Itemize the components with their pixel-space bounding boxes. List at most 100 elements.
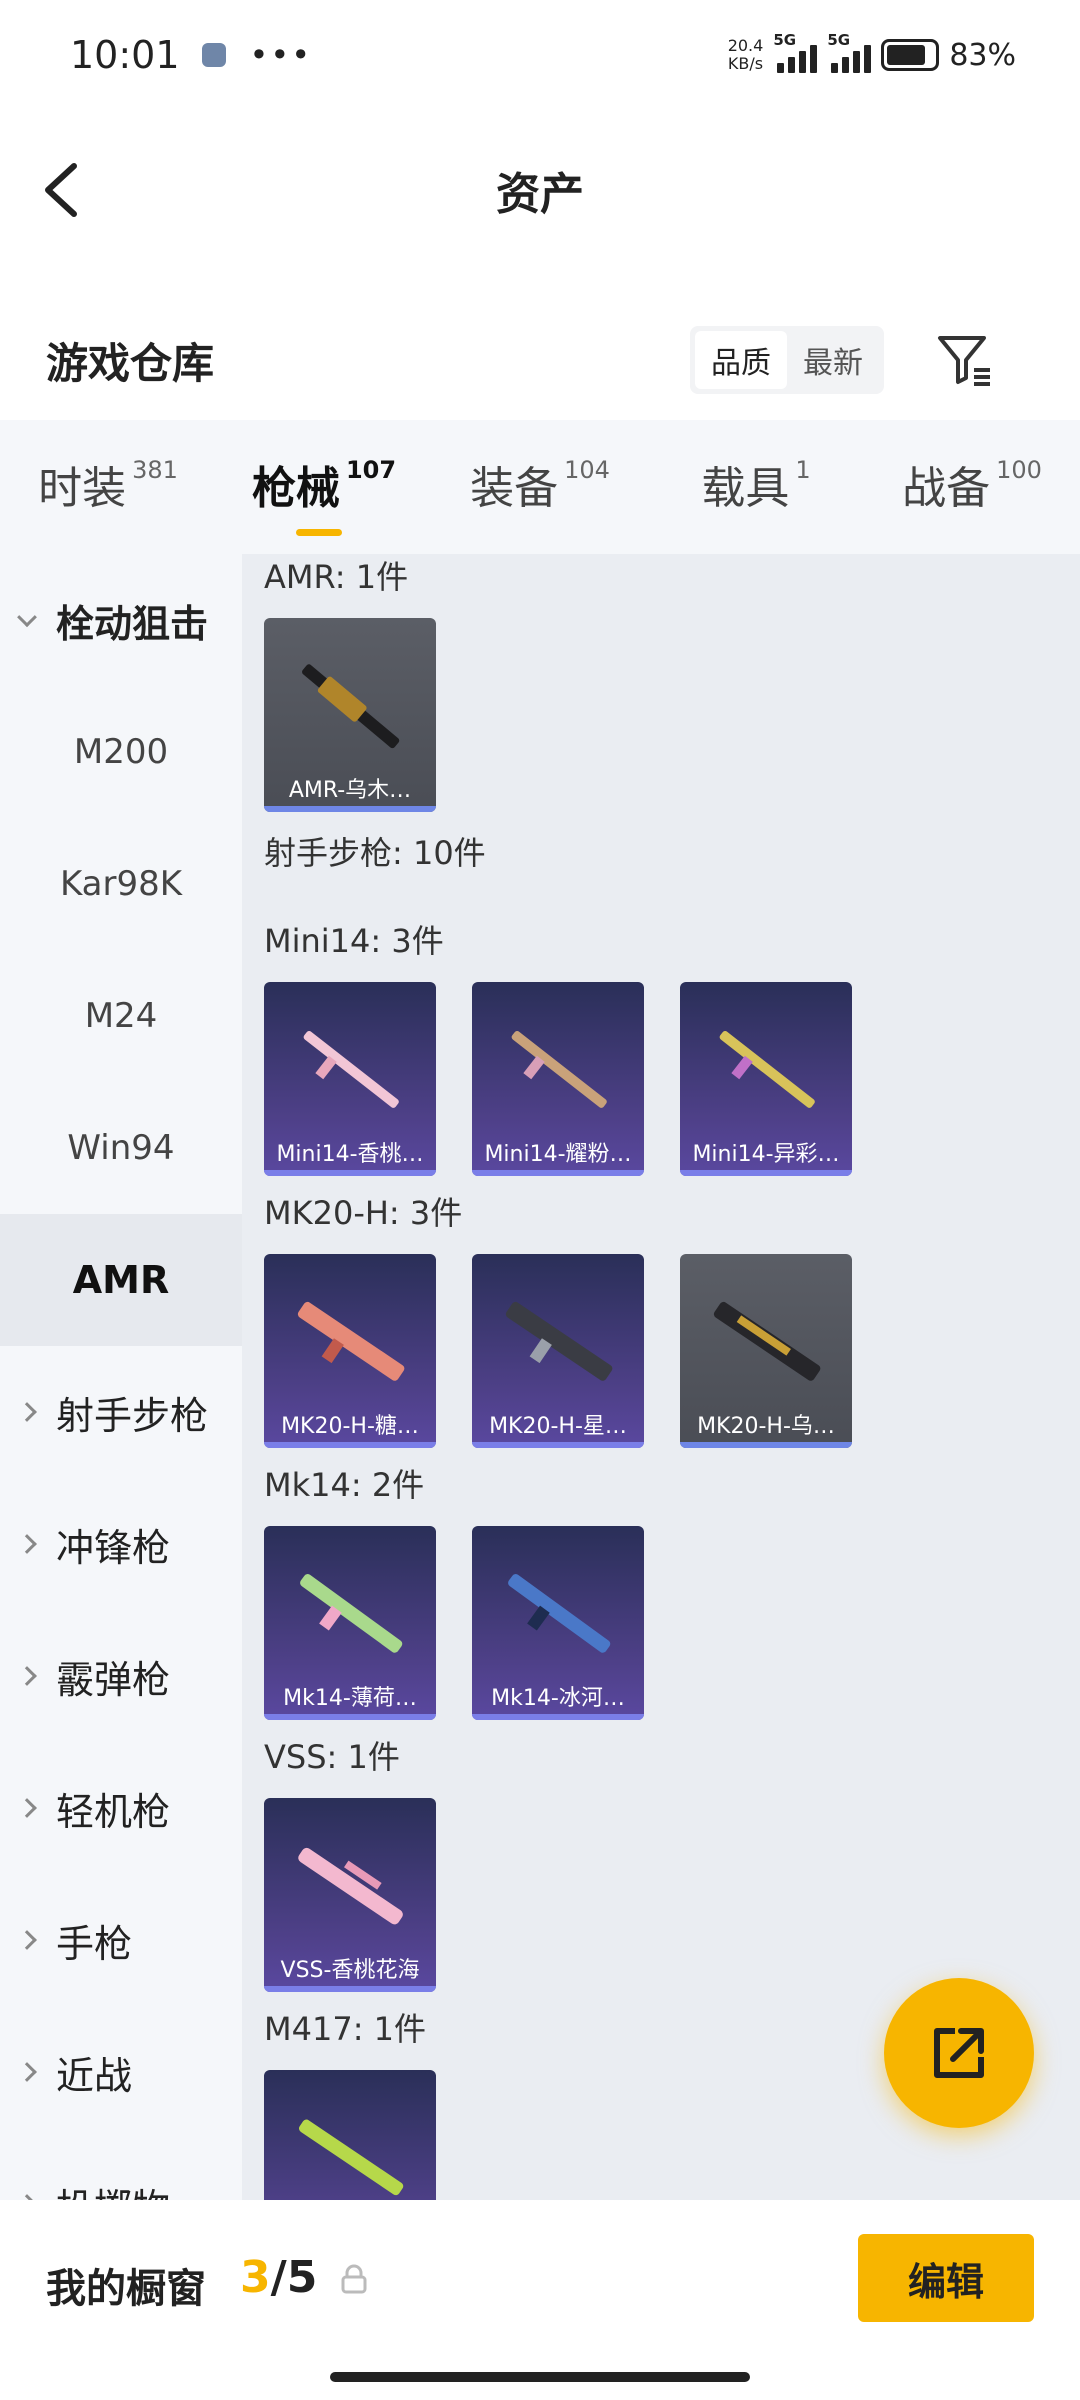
rarity-bar [264, 1986, 436, 1992]
sidebar-group-label: 投掷物 [56, 2177, 170, 2201]
net-speed: 20.4 KB/s [728, 37, 764, 73]
battery-percent: 83% [949, 37, 1016, 73]
rarity-bar [264, 1170, 436, 1176]
sidebar-item-m200[interactable]: M200 [0, 686, 242, 818]
item-name: Mini14-异彩… [692, 1142, 840, 1167]
card-row: Mini14-香桃… Mini14-耀粉… Mini14-异彩… [264, 982, 1080, 1176]
item-name: Mk14-冰河… [491, 1686, 625, 1711]
rifle-icon [300, 1574, 403, 1653]
item-card[interactable]: MK20-H-乌… [680, 1254, 852, 1448]
item-name: MK20-H-糖… [281, 1414, 419, 1439]
sidebar-group-label: 霰弹枪 [56, 1657, 171, 1702]
item-card[interactable]: Mk14-冰河… [472, 1526, 644, 1720]
item-card[interactable]: Mk14-薄荷… [264, 1526, 436, 1720]
chevron-right-icon [17, 1930, 37, 1950]
chevron-down-icon [17, 607, 37, 628]
sidebar-group-label: 冲锋枪 [56, 1525, 171, 1570]
sidebar-item-win94[interactable]: Win94 [0, 1082, 242, 1214]
tab-label: 时装 [38, 463, 127, 514]
item-card[interactable]: MK20-H-星… [472, 1254, 644, 1448]
item-name: Mini14-香桃… [276, 1142, 424, 1167]
home-indicator[interactable] [330, 2372, 750, 2382]
item-card[interactable]: Mini14-异彩… [680, 982, 852, 1176]
back-icon[interactable] [40, 160, 90, 220]
rifle-icon [505, 1301, 613, 1381]
showcase-total: /5 [270, 2252, 318, 2303]
rifle-icon [299, 2119, 404, 2196]
tab-label: 枪械 [251, 463, 340, 514]
tab-count: 381 [132, 456, 178, 484]
sidebar-group-smg[interactable]: 冲锋枪 [0, 1478, 242, 1610]
sidebar-group-melee[interactable]: 近战 [0, 2006, 242, 2138]
tab-equipment[interactable]: 装备 104 [432, 452, 648, 522]
rifle-icon [298, 1847, 403, 1925]
group-label-mk20: MK20-H: 3件 [264, 1194, 463, 1232]
item-card[interactable] [264, 2070, 436, 2200]
tab-label: 装备 [470, 463, 559, 514]
tab-count: 107 [345, 456, 397, 484]
item-name: VSS-香桃花海 [280, 1958, 420, 1983]
tab-count: 100 [996, 456, 1042, 484]
tab-guns[interactable]: 枪械 107 [216, 452, 432, 536]
nav-bar: 资产 [0, 110, 1080, 270]
sidebar-group-lmg[interactable]: 轻机枪 [0, 1742, 242, 1874]
card-row: AMR-乌木… [264, 618, 1080, 812]
showcase-count: 3/5 [240, 2252, 317, 2303]
item-card[interactable]: MK20-H-糖… [264, 1254, 436, 1448]
rarity-bar [680, 1442, 852, 1448]
rifle-icon [303, 1030, 399, 1108]
filter-icon[interactable] [934, 330, 994, 390]
group-label-mk14: Mk14: 2件 [264, 1466, 425, 1504]
sidebar-group-pistol[interactable]: 手枪 [0, 1874, 242, 2006]
tab-label: 战备 [902, 463, 991, 514]
share-icon [934, 2028, 984, 2078]
sidebar-item-m24[interactable]: M24 [0, 950, 242, 1082]
sidebar-item-amr[interactable]: AMR [0, 1214, 242, 1346]
edit-button[interactable]: 编辑 [858, 2234, 1034, 2322]
net-speed-unit: KB/s [727, 54, 764, 73]
section-title: 游戏仓库 [46, 338, 215, 388]
rarity-bar [472, 1714, 644, 1720]
rarity-bar [264, 1714, 436, 1720]
group-label-mini14: Mini14: 3件 [264, 922, 444, 960]
rifle-icon [511, 1030, 607, 1108]
sidebar-item-kar98k[interactable]: Kar98K [0, 818, 242, 950]
card-row: MK20-H-糖… MK20-H-星… MK20-H-乌… [264, 1254, 1080, 1448]
share-button[interactable] [884, 1978, 1034, 2128]
sidebar-group-label: 射手步枪 [56, 1393, 209, 1438]
rifle-icon [713, 1301, 821, 1381]
bottom-bar: 我的橱窗 3/5 编辑 [0, 2200, 1080, 2400]
sort-quality-button[interactable]: 品质 [695, 331, 787, 389]
item-name: AMR-乌木… [288, 778, 412, 803]
chevron-right-icon [17, 1798, 37, 1818]
rarity-bar [472, 1442, 644, 1448]
card-row: Mk14-薄荷… Mk14-冰河… [264, 1526, 1080, 1720]
tab-count: 1 [795, 456, 811, 484]
tab-vehicles[interactable]: 载具 1 [648, 452, 864, 522]
item-card[interactable]: AMR-乌木… [264, 618, 436, 812]
sort-toggle: 品质 最新 [690, 326, 884, 394]
tab-fashion[interactable]: 时装 381 [0, 452, 216, 522]
tab-supplies[interactable]: 战备 100 [864, 452, 1080, 522]
status-time: 10:01 [70, 33, 180, 77]
sidebar-group-bolt-sniper[interactable]: 栓动狙击 [0, 554, 242, 686]
sidebar-group-marksman[interactable]: 射手步枪 [0, 1346, 242, 1478]
group-label-vss: VSS: 1件 [264, 1738, 400, 1776]
signal-icon: 5G [773, 31, 818, 73]
sidebar-group-throwable[interactable]: 投掷物 [0, 2138, 242, 2200]
item-card[interactable]: Mini14-香桃… [264, 982, 436, 1176]
rifle-icon [297, 1301, 405, 1381]
rarity-bar [264, 1442, 436, 1448]
chevron-right-icon [17, 1534, 37, 1554]
sort-newest-button[interactable]: 最新 [787, 331, 879, 389]
net-speed-value: 20.4 [727, 36, 764, 55]
showcase-label: 我的橱窗 [46, 2266, 206, 2312]
item-card[interactable]: Mini14-耀粉… [472, 982, 644, 1176]
item-list: AMR: 1件 AMR-乌木… 射手步枪: 10件 Mini14: 3件 Min… [242, 554, 1080, 2200]
category-tabs: 时装 381 枪械 107 装备 104 载具 1 战备 100 [0, 420, 1080, 554]
item-card[interactable]: VSS-香桃花海 [264, 1798, 436, 1992]
lock-icon [341, 2264, 367, 2294]
sidebar-group-shotgun[interactable]: 霰弹枪 [0, 1610, 242, 1742]
card-row: VSS-香桃花海 [264, 1798, 1080, 1992]
item-name: Mk14-薄荷… [283, 1686, 417, 1711]
